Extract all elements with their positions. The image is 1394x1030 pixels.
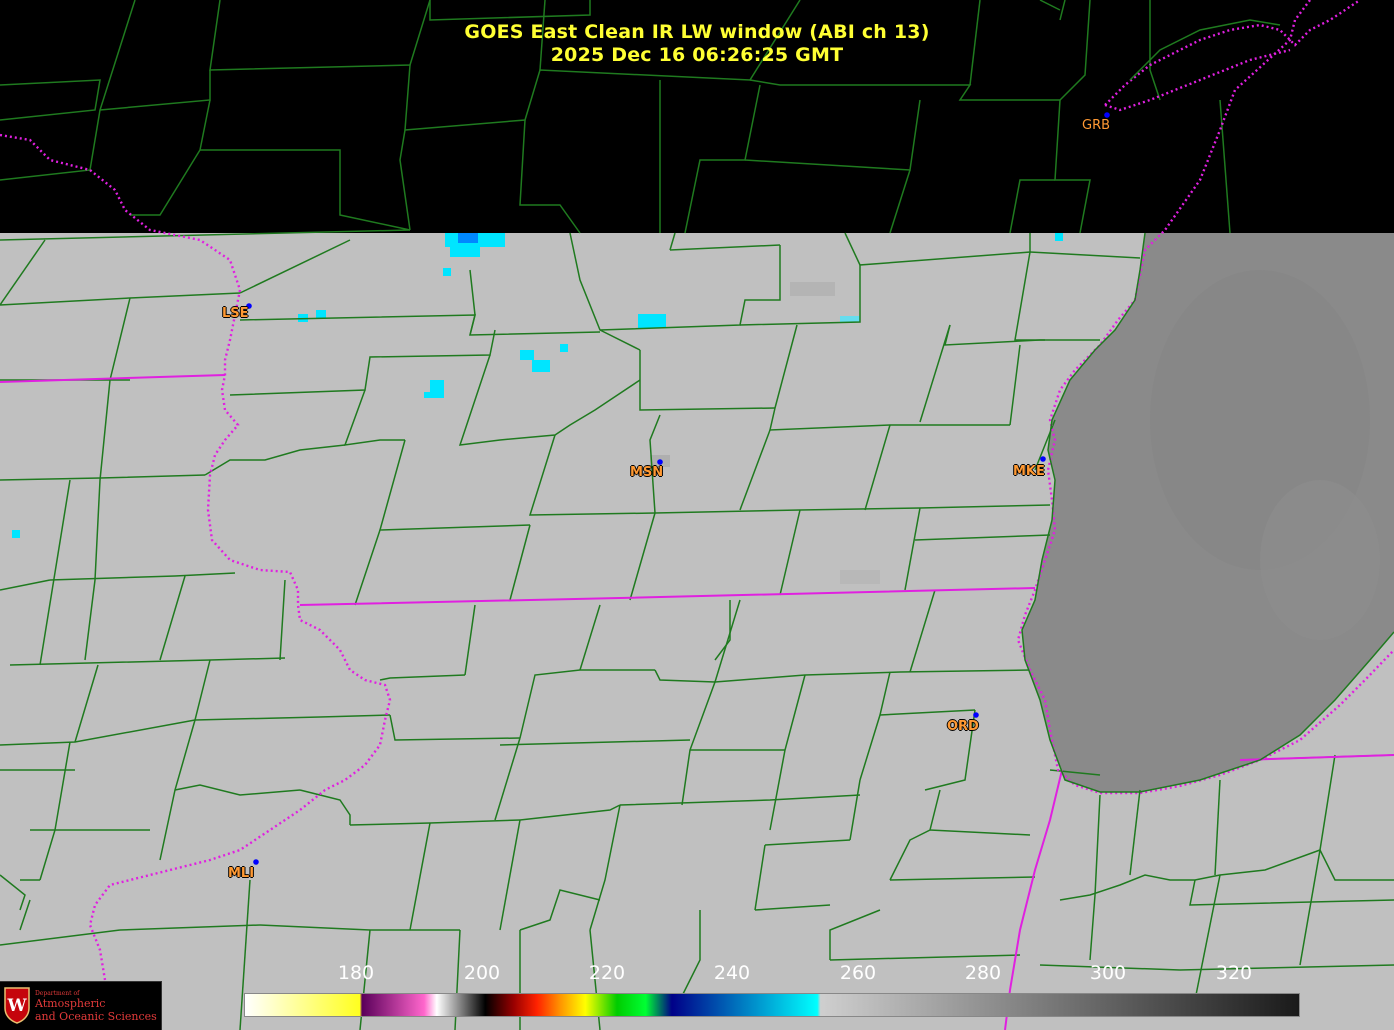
uw-madison-shield-icon: W: [4, 987, 30, 1024]
station-dot-ord: [973, 712, 979, 718]
colorbar-tick: 280: [964, 962, 1002, 984]
logo-name-line2: and Oceanic Sciences: [35, 1010, 157, 1023]
svg-text:W: W: [6, 996, 27, 1016]
logo-name-line1: Atmospheric: [35, 997, 106, 1010]
colorbar-tick: 320: [1215, 962, 1253, 984]
station-dot-grb: [1104, 112, 1110, 118]
colorbar-tick: 240: [713, 962, 751, 984]
aos-logo: W Department of Atmospheric and Oceanic …: [0, 981, 162, 1030]
station-label-ord: ORD: [947, 719, 979, 734]
station-label-msn: MSN: [630, 465, 664, 480]
colorbar-tick: 180: [337, 962, 375, 984]
station-dot-mke: [1040, 456, 1046, 462]
logo-department-text: Department of: [35, 990, 80, 997]
station-dot-mli: [253, 859, 259, 865]
colorbar-tick: 200: [463, 962, 501, 984]
colorbar-tick: 220: [588, 962, 626, 984]
station-label-mke: MKE: [1013, 464, 1045, 479]
station-label-lse: LSE: [222, 306, 249, 321]
station-dot-msn: [657, 459, 663, 465]
satellite-image-viewer: GOES East Clean IR LW window (ABI ch 13)…: [0, 0, 1394, 1030]
station-label-mli: MLI: [228, 866, 255, 881]
station-label-grb: GRB: [1082, 118, 1111, 133]
image-title: GOES East Clean IR LW window (ABI ch 13): [464, 21, 930, 43]
ir-satellite-map: [0, 0, 1394, 1030]
colorbar-tick: 300: [1089, 962, 1127, 984]
temperature-colorbar: [244, 993, 1300, 1017]
image-timestamp: 2025 Dec 16 06:26:25 GMT: [550, 44, 844, 66]
colorbar-tick: 260: [839, 962, 877, 984]
